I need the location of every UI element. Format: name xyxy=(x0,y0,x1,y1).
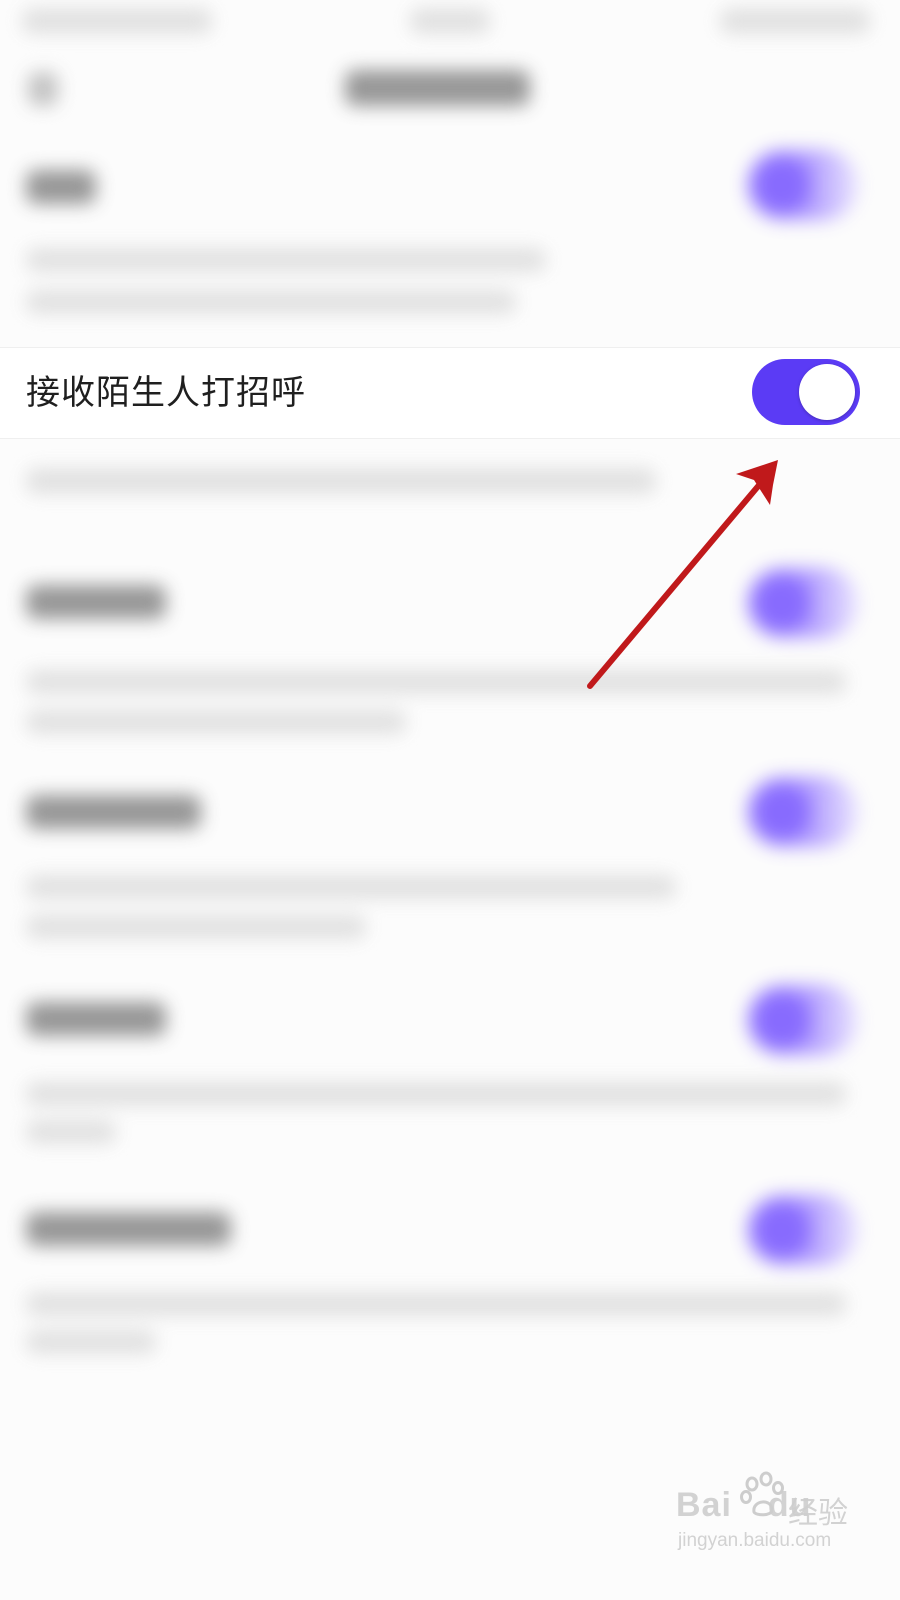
setting-desc-6a xyxy=(26,1292,846,1316)
setting-desc-1b xyxy=(26,290,516,314)
toggle-thumb[interactable] xyxy=(799,364,855,420)
setting-desc-1a xyxy=(26,248,546,272)
watermark-url: jingyan.baidu.com xyxy=(678,1530,832,1551)
setting-title-1 xyxy=(26,170,96,204)
watermark-product: 经验 xyxy=(788,1496,848,1531)
setting-title-3 xyxy=(26,585,166,619)
setting-row-receive-stranger-greetings: 接收陌生人打招呼 xyxy=(0,347,900,439)
page-title xyxy=(345,70,530,106)
setting-title-6 xyxy=(26,1212,231,1246)
setting-desc-4a xyxy=(26,875,676,899)
back-icon[interactable] xyxy=(28,72,58,106)
setting-toggle-5[interactable] xyxy=(748,985,858,1055)
status-bar-right xyxy=(720,8,870,34)
setting-desc-2 xyxy=(26,468,656,494)
settings-screen: 接收陌生人打招呼 Bai du 经验 jingyan.baidu.com xyxy=(0,0,900,1600)
setting-title-5 xyxy=(26,1002,166,1036)
setting-toggle-6[interactable] xyxy=(748,1195,858,1265)
setting-desc-3b xyxy=(26,710,406,734)
setting-title-4 xyxy=(26,795,201,829)
watermark: Bai du 经验 jingyan.baidu.com xyxy=(676,1468,866,1558)
receive-stranger-greetings-toggle[interactable] xyxy=(752,359,860,425)
status-bar-center xyxy=(410,8,490,34)
setting-desc-5a xyxy=(26,1082,846,1106)
setting-desc-5b xyxy=(26,1120,116,1144)
setting-toggle-1[interactable] xyxy=(748,150,858,220)
setting-label: 接收陌生人打招呼 xyxy=(26,373,306,413)
setting-desc-3a xyxy=(26,670,846,694)
blurred-background xyxy=(0,0,900,1600)
setting-toggle-4[interactable] xyxy=(748,777,858,847)
status-bar-left xyxy=(22,8,212,34)
setting-desc-4b xyxy=(26,915,366,939)
setting-desc-6b xyxy=(26,1330,156,1354)
setting-toggle-3[interactable] xyxy=(748,568,858,638)
